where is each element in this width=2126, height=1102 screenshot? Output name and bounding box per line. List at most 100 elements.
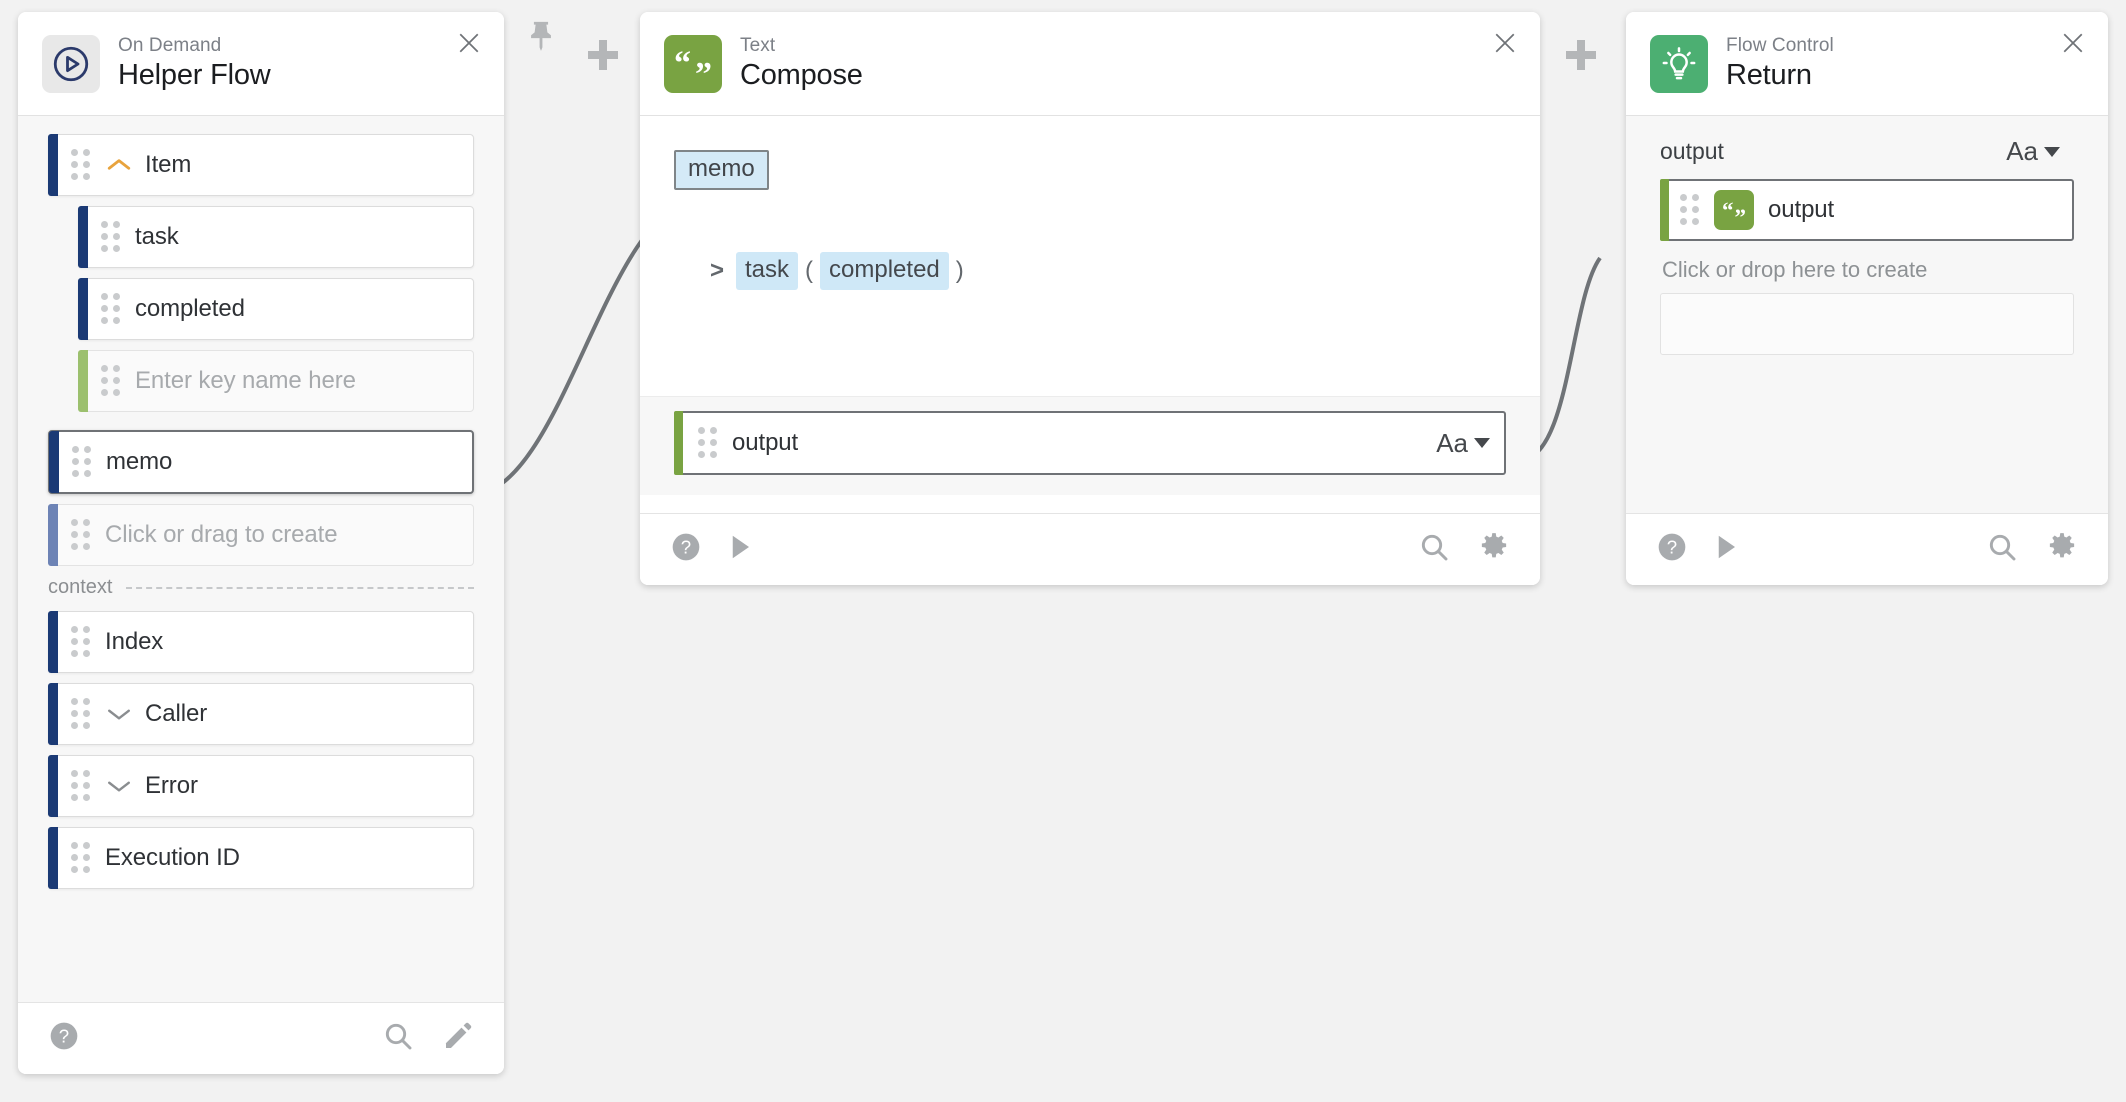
list-item-error[interactable]: Error	[48, 755, 474, 817]
create-row-placeholder[interactable]: Click or drag to create	[48, 504, 474, 566]
list-item-label: Item	[145, 151, 192, 178]
compose-expression: > task ( completed )	[674, 252, 1506, 290]
list-item-caller[interactable]: Caller	[48, 683, 474, 745]
search-icon[interactable]	[382, 1020, 414, 1057]
drag-handle-icon[interactable]	[101, 293, 121, 325]
token-completed[interactable]: completed	[820, 252, 949, 290]
drag-handle-icon[interactable]	[71, 770, 91, 802]
help-icon[interactable]: ?	[1656, 531, 1688, 568]
drag-handle-icon[interactable]	[71, 149, 91, 181]
quote-icon: “”	[1714, 190, 1754, 230]
helper-flow-panel: On Demand Helper Flow Item task complete…	[18, 12, 504, 1074]
drag-handle-icon[interactable]	[101, 365, 121, 397]
open-paren: (	[805, 257, 814, 284]
context-section-divider: context	[48, 576, 474, 599]
expression-prefix: >	[710, 257, 725, 284]
type-selector[interactable]: Aa	[2006, 136, 2060, 167]
play-icon[interactable]	[724, 532, 754, 567]
drag-handle-icon[interactable]	[71, 698, 91, 730]
return-field-label: output	[1660, 138, 1724, 164]
add-node-icon-1[interactable]	[588, 40, 618, 70]
svg-text:?: ?	[1667, 537, 1677, 558]
context-section-label: context	[48, 576, 113, 598]
compose-editor[interactable]: memo > task ( completed )	[640, 116, 1540, 396]
chevron-down-icon	[1474, 438, 1490, 448]
drag-handle-icon[interactable]	[72, 446, 92, 478]
chevron-up-icon[interactable]	[105, 157, 133, 173]
compose-title: Compose	[740, 58, 863, 91]
helper-flow-rows: Item task completed Enter key name here	[48, 134, 474, 566]
list-item-label: memo	[106, 448, 173, 475]
compose-output-label: output	[732, 429, 799, 456]
gear-icon[interactable]	[2046, 531, 2078, 568]
drag-handle-icon[interactable]	[698, 427, 718, 459]
drag-handle-icon[interactable]	[71, 626, 91, 658]
drag-handle-icon[interactable]	[101, 221, 121, 253]
list-item-index[interactable]: Index	[48, 611, 474, 673]
return-output-row[interactable]: “” output	[1660, 179, 2074, 241]
list-item-label: Index	[105, 628, 164, 655]
compose-panel: “” Text Compose memo > task ( completed …	[640, 12, 1540, 585]
type-selector-label: Aa	[2006, 136, 2038, 166]
helper-flow-header: On Demand Helper Flow	[18, 12, 504, 116]
help-icon[interactable]: ?	[670, 531, 702, 568]
compose-footer: ?	[640, 513, 1540, 585]
close-icon[interactable]	[2056, 26, 2090, 60]
list-item-label: task	[135, 223, 179, 250]
add-node-icon-2[interactable]	[1566, 40, 1596, 70]
play-circle-icon	[42, 34, 100, 93]
pencil-icon[interactable]	[442, 1020, 474, 1057]
new-key-placeholder: Enter key name here	[135, 367, 356, 394]
return-field-header: output Aa	[1660, 136, 2074, 167]
create-row-label: Click or drag to create	[105, 521, 338, 548]
close-icon[interactable]	[1488, 26, 1522, 60]
helper-flow-kicker: On Demand	[118, 35, 222, 57]
close-icon[interactable]	[452, 26, 486, 60]
list-item-label: completed	[135, 295, 245, 322]
svg-text:?: ?	[681, 537, 691, 558]
compose-output-row[interactable]: output Aa	[674, 411, 1506, 475]
chevron-down-icon	[2044, 146, 2060, 157]
return-kicker: Flow Control	[1726, 35, 1834, 57]
divider-line	[126, 586, 474, 589]
list-item-label: Caller	[145, 700, 208, 727]
return-body: output Aa “” output Click or drop here t…	[1626, 116, 2108, 513]
helper-flow-title: Helper Flow	[118, 58, 271, 91]
drag-handle-icon[interactable]	[1680, 194, 1700, 226]
drag-handle-icon[interactable]	[71, 519, 91, 551]
list-item-task[interactable]: task	[78, 206, 474, 268]
return-drop-hint: Click or drop here to create	[1662, 257, 1928, 282]
quote-icon: “”	[664, 34, 722, 93]
lightbulb-icon	[1650, 34, 1708, 93]
return-dropzone[interactable]	[1660, 293, 2074, 355]
return-panel: Flow Control Return output Aa “” output …	[1626, 12, 2108, 585]
return-header: Flow Control Return	[1626, 12, 2108, 116]
gear-icon[interactable]	[1478, 531, 1510, 568]
type-selector-label: Aa	[1436, 427, 1468, 458]
chevron-down-icon[interactable]	[105, 706, 133, 722]
new-key-input-row[interactable]: Enter key name here	[78, 350, 474, 412]
play-icon[interactable]	[1710, 532, 1740, 567]
compose-kicker: Text	[740, 35, 776, 57]
type-selector[interactable]: Aa	[1436, 428, 1490, 459]
list-item-execution-id[interactable]: Execution ID	[48, 827, 474, 889]
chip-memo[interactable]: memo	[674, 150, 769, 190]
search-icon[interactable]	[1986, 531, 2018, 568]
pin-icon[interactable]	[524, 16, 558, 61]
compose-header: “” Text Compose	[640, 12, 1540, 116]
list-item-completed[interactable]: completed	[78, 278, 474, 340]
compose-output-section: output Aa	[640, 396, 1540, 495]
list-item-item[interactable]: Item	[48, 134, 474, 196]
flow-canvas: On Demand Helper Flow Item task complete…	[0, 0, 2126, 1102]
help-icon[interactable]: ?	[48, 1020, 80, 1057]
helper-flow-footer: ?	[18, 1002, 504, 1074]
return-title: Return	[1726, 58, 1812, 91]
search-icon[interactable]	[1418, 531, 1450, 568]
return-output-label: output	[1768, 196, 1835, 223]
chevron-down-icon[interactable]	[105, 778, 133, 794]
list-item-memo[interactable]: memo	[48, 430, 474, 494]
drag-handle-icon[interactable]	[71, 842, 91, 874]
list-item-label: Execution ID	[105, 844, 240, 871]
svg-text:?: ?	[59, 1026, 69, 1047]
token-task[interactable]: task	[736, 252, 799, 290]
